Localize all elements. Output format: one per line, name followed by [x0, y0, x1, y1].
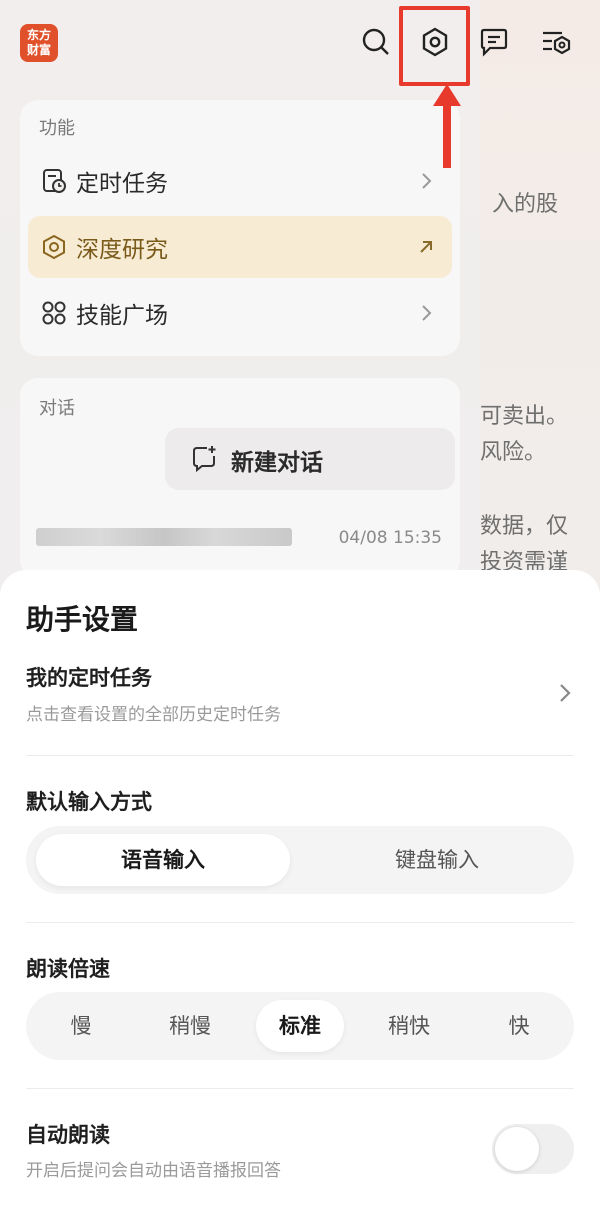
- chevron-right-icon: [414, 301, 438, 325]
- auto-read-toggle[interactable]: [492, 1124, 574, 1174]
- background-text: 风险。: [480, 440, 547, 465]
- divider: [26, 922, 574, 923]
- input-method-segmented: 语音输入 键盘输入: [26, 826, 574, 894]
- voice-input-option[interactable]: 语音输入: [36, 834, 290, 886]
- search-icon[interactable]: [360, 26, 392, 58]
- recent-chat-time: 04/08 15:35: [338, 528, 442, 548]
- settings-highlight-box: [399, 6, 470, 86]
- features-card: 功能 定时任务 深度研究 技能广场: [20, 100, 460, 356]
- keyboard-input-option[interactable]: 键盘输入: [310, 834, 564, 886]
- read-speed-title: 朗读倍速: [26, 957, 110, 981]
- menu-settings-icon[interactable]: [540, 26, 572, 58]
- sheet-title: 助手设置: [26, 603, 139, 636]
- menu-item-label: 深度研究: [76, 237, 168, 263]
- new-chat-icon: [189, 444, 219, 474]
- chevron-right-icon: [414, 169, 438, 193]
- scheduled-tasks-title: 我的定时任务: [26, 666, 152, 690]
- menu-item-scheduled-tasks[interactable]: 定时任务: [28, 150, 452, 212]
- scheduled-task-icon: [40, 167, 68, 195]
- speed-option-slightly-fast[interactable]: 稍快: [366, 1000, 452, 1052]
- read-speed-segmented: 慢 稍慢 标准 稍快 快: [26, 992, 574, 1060]
- speed-option-standard[interactable]: 标准: [256, 1000, 344, 1052]
- deep-research-icon: [40, 233, 68, 261]
- app-logo: 东方 财富: [20, 24, 58, 62]
- background-text: 入的股: [492, 192, 559, 217]
- divider: [26, 755, 574, 756]
- menu-item-label: 定时任务: [76, 171, 168, 197]
- menu-item-skill-square[interactable]: 技能广场: [28, 282, 452, 344]
- auto-read-subtitle: 开启后提问会自动由语音播报回答: [26, 1161, 281, 1181]
- speed-option-slightly-slow[interactable]: 稍慢: [147, 1000, 233, 1052]
- conversations-label: 对话: [39, 398, 75, 419]
- grid-apps-icon: [40, 299, 68, 327]
- input-method-title: 默认输入方式: [26, 790, 152, 814]
- background-text: 数据，仅: [480, 514, 569, 539]
- speed-option-fast[interactable]: 快: [476, 1000, 562, 1052]
- chat-list-icon[interactable]: [478, 26, 510, 58]
- menu-item-label: 技能广场: [76, 303, 168, 329]
- speed-option-slow[interactable]: 慢: [38, 1000, 124, 1052]
- features-label: 功能: [39, 118, 75, 139]
- toggle-knob: [495, 1127, 539, 1171]
- scheduled-tasks-row[interactable]: 我的定时任务 点击查看设置的全部历史定时任务: [0, 650, 600, 730]
- menu-item-deep-research[interactable]: 深度研究: [28, 216, 452, 278]
- chevron-right-icon: [552, 680, 578, 706]
- new-chat-label: 新建对话: [231, 450, 323, 476]
- recent-chat-title-blurred[interactable]: [36, 528, 292, 546]
- arrow-up-right-icon: [414, 235, 438, 259]
- conversations-card: 对话 新建对话 04/08 15:35: [20, 378, 460, 578]
- top-bar: 东方 财富: [0, 0, 600, 90]
- background-text: 可卖出。: [480, 404, 569, 429]
- assistant-settings-sheet: 助手设置 我的定时任务 点击查看设置的全部历史定时任务 默认输入方式 语音输入 …: [0, 570, 600, 1212]
- divider: [26, 1088, 574, 1089]
- scheduled-tasks-subtitle: 点击查看设置的全部历史定时任务: [26, 705, 281, 725]
- arrow-up-icon: [432, 84, 462, 170]
- auto-read-title: 自动朗读: [26, 1123, 110, 1147]
- new-chat-button[interactable]: 新建对话: [165, 428, 455, 490]
